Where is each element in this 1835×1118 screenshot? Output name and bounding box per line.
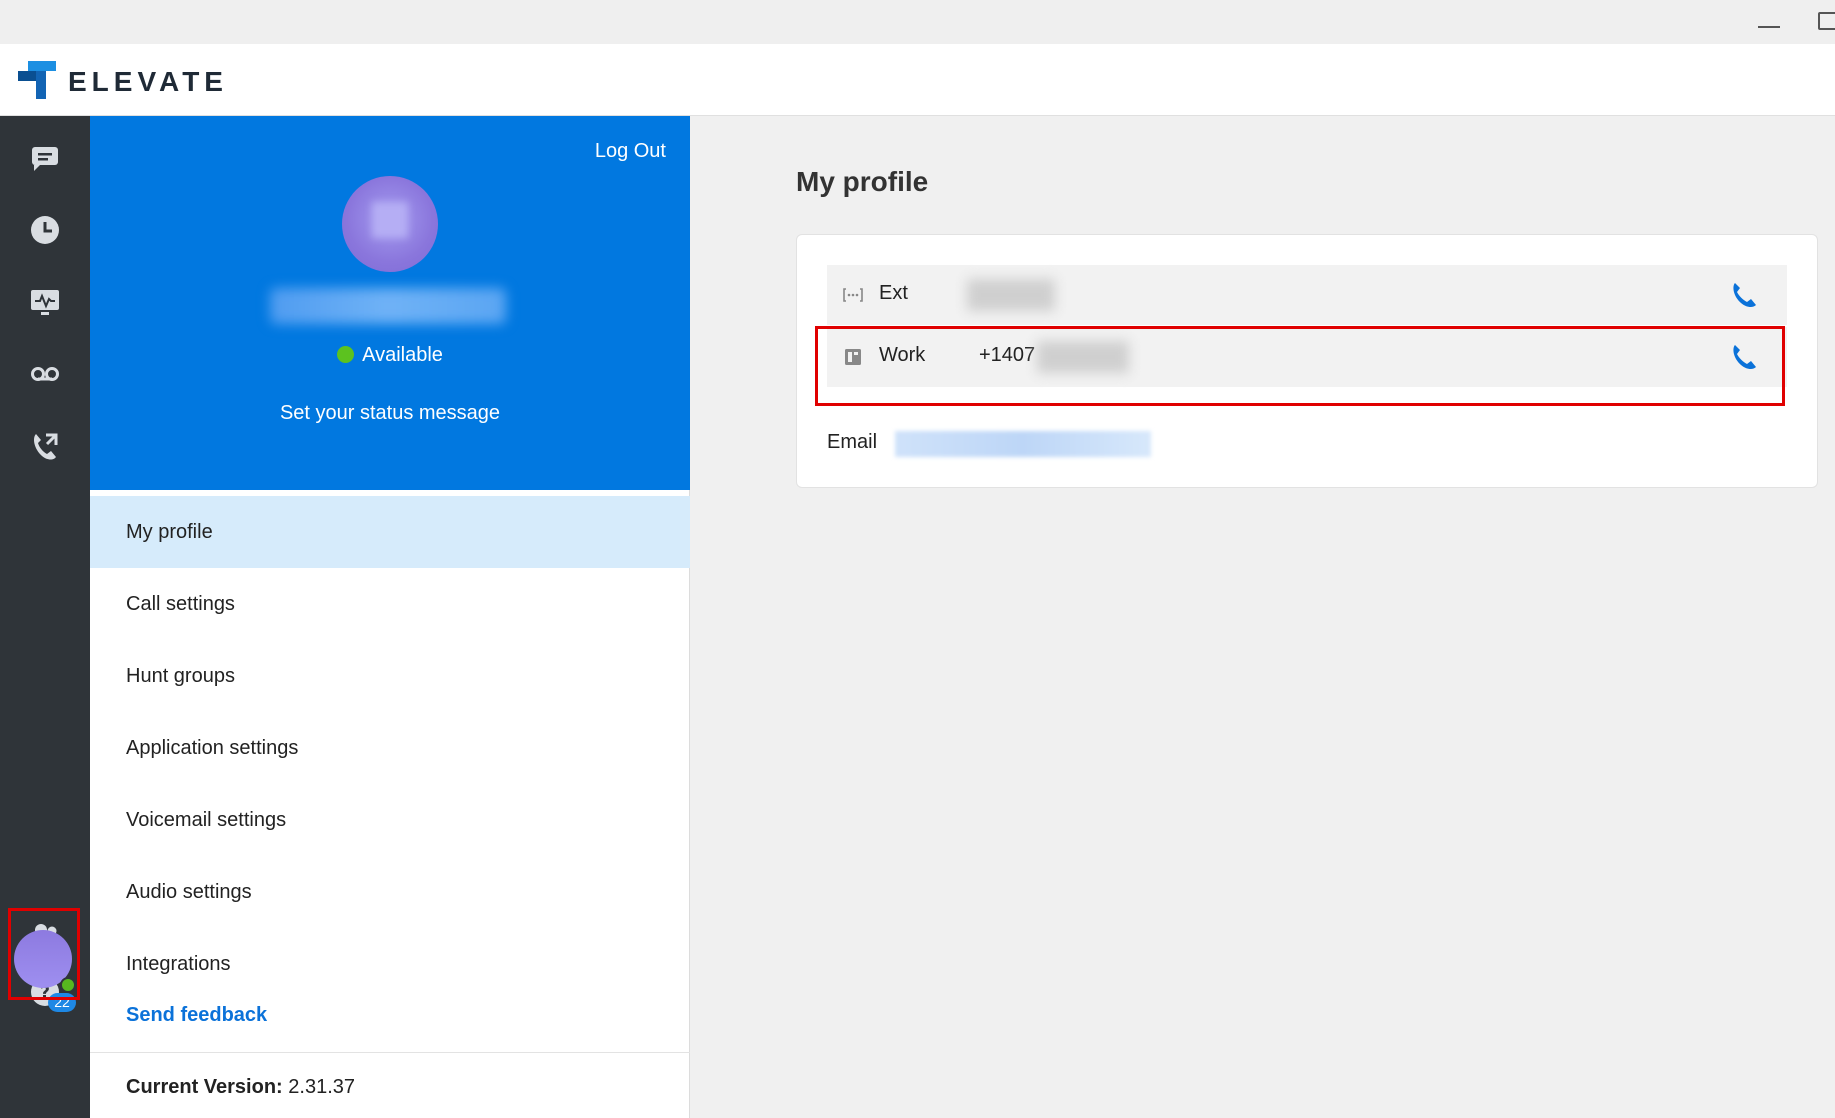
main-content: My profile Ext Work +1407 Email	[690, 116, 1835, 1118]
page-title: My profile	[796, 166, 929, 197]
version-label: Current Version:	[126, 1076, 283, 1098]
menu-item-my-profile[interactable]: My profile	[90, 496, 690, 568]
ext-row: Ext	[827, 265, 1787, 325]
available-dot-icon	[337, 346, 355, 363]
menu-item-audio-settings[interactable]: Audio settings	[90, 856, 690, 928]
email-label: Email	[827, 431, 878, 453]
activity-monitor-icon[interactable]	[25, 282, 65, 322]
elevate-logo-icon	[18, 61, 56, 99]
user-name-redacted	[270, 288, 506, 324]
brand-name: ELEVATE	[68, 66, 228, 97]
maximize-icon[interactable]	[1818, 12, 1835, 30]
logout-link[interactable]: Log Out	[595, 140, 666, 163]
call-ext-phone-icon[interactable]	[1729, 280, 1759, 310]
menu-item-call-settings[interactable]: Call settings	[90, 568, 690, 640]
menu-item-voicemail-settings[interactable]: Voicemail settings	[90, 784, 690, 856]
divider	[90, 1052, 690, 1053]
status-label: Available	[362, 344, 443, 366]
menu-item-hunt-groups[interactable]: Hunt groups	[90, 640, 690, 712]
ext-label: Ext	[879, 282, 908, 304]
app-header: ELEVATE	[0, 44, 1835, 116]
settings-panel: Log Out Available Set your status messag…	[90, 116, 690, 1118]
minimize-icon[interactable]	[1758, 26, 1780, 28]
send-feedback-link[interactable]: Send feedback	[126, 1004, 267, 1027]
menu-item-integrations[interactable]: Integrations	[90, 928, 690, 1000]
call-forward-icon[interactable]	[25, 426, 65, 466]
status-message-link[interactable]: Set your status message	[90, 402, 690, 425]
voicemail-icon[interactable]	[25, 354, 65, 394]
extension-icon	[843, 288, 863, 302]
presence-status[interactable]: Available	[90, 344, 690, 367]
history-clock-icon[interactable]	[25, 210, 65, 250]
window-titlebar	[0, 0, 1835, 44]
menu-item-application-settings[interactable]: Application settings	[90, 712, 690, 784]
messages-icon[interactable]	[25, 138, 65, 178]
ext-value-redacted	[967, 279, 1055, 311]
version-value: 2.31.37	[288, 1076, 355, 1098]
email-value-redacted	[895, 431, 1151, 457]
presence-dot	[60, 977, 76, 993]
profile-header: Log Out Available Set your status messag…	[90, 116, 690, 490]
settings-menu: My profile Call settings Hunt groups App…	[90, 496, 690, 1000]
version-info: Current Version: 2.31.37	[126, 1076, 355, 1099]
profile-avatar[interactable]	[342, 176, 438, 272]
highlight-box-work-row	[815, 326, 1785, 406]
